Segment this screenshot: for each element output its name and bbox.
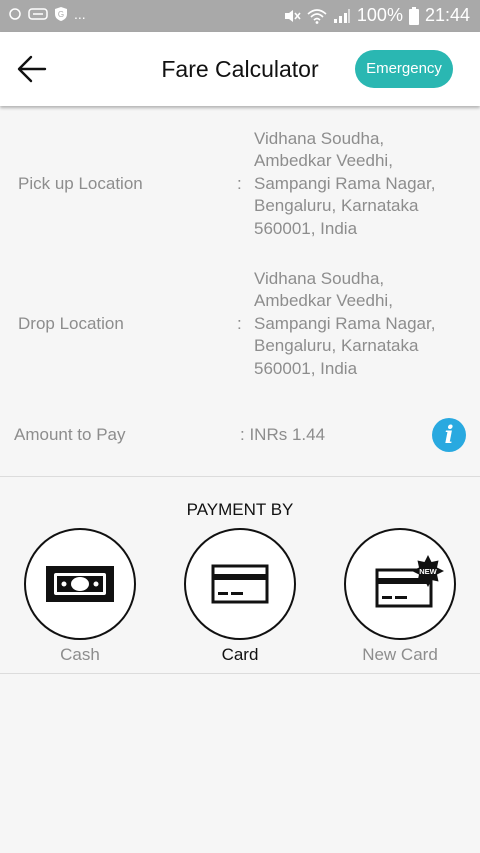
new-card-icon: NEW	[375, 555, 444, 608]
new-badge: NEW	[419, 567, 437, 576]
app-notification-icon	[28, 8, 48, 20]
clock: 21:44	[424, 5, 470, 25]
drop-location-value: Vidhana Soudha, Ambedkar Veedhi, Sampang…	[254, 269, 436, 378]
new-card-option-button[interactable]: NEW	[344, 528, 456, 640]
amount-label: Amount to Pay	[14, 425, 126, 444]
battery-icon	[408, 6, 419, 25]
cash-option-label: Cash	[60, 645, 100, 664]
mute-icon	[284, 9, 301, 22]
pickup-colon: :	[237, 174, 242, 193]
info-icon[interactable]: i	[432, 418, 466, 452]
status-bar-right: 100% 21:44	[283, 5, 470, 26]
divider	[0, 476, 480, 477]
signal-icon	[333, 8, 350, 23]
pickup-location-label: Pick up Location	[18, 174, 143, 193]
shield-icon: G	[55, 7, 67, 21]
cash-icon	[46, 566, 114, 602]
battery-percent: 100%	[356, 5, 403, 25]
notification-circle-icon	[9, 8, 21, 20]
amount-value: : INRs 1.44	[240, 425, 326, 444]
drop-location-label: Drop Location	[18, 314, 124, 333]
payment-title: PAYMENT BY	[186, 500, 294, 519]
wifi-icon	[307, 8, 327, 24]
status-bar-left: G ...	[8, 6, 86, 22]
new-card-option-label: New Card	[362, 645, 438, 664]
card-option-label: Card	[221, 645, 259, 664]
card-option-button[interactable]	[184, 528, 296, 640]
app-header: Fare Calculator Emergency	[0, 32, 480, 106]
cash-option-button[interactable]	[24, 528, 136, 640]
svg-text:G: G	[58, 10, 64, 19]
drop-colon: :	[237, 314, 242, 333]
card-icon	[211, 564, 269, 604]
pickup-location-value: Vidhana Soudha, Ambedkar Veedhi, Sampang…	[254, 129, 436, 238]
divider	[0, 673, 480, 674]
status-bar: G ... 100% 21:44	[0, 0, 480, 32]
emergency-button[interactable]: Emergency	[355, 50, 453, 88]
status-more: ...	[74, 6, 86, 22]
